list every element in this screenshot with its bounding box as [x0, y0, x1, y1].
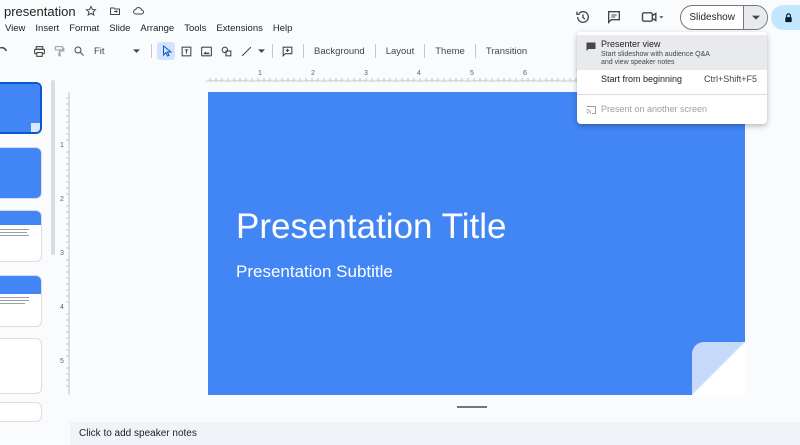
menu-item-shortcut: Ctrl+Shift+F5 — [703, 74, 757, 84]
vertical-ruler[interactable]: 1 2 3 4 5 — [58, 92, 70, 395]
thumbnail-text-line — [0, 235, 29, 236]
menu-insert[interactable]: Insert — [30, 23, 64, 34]
notes-resize-handle[interactable] — [457, 406, 487, 408]
move-folder-icon[interactable] — [106, 2, 124, 20]
slide-filmstrip — [0, 80, 48, 422]
ruler-label: 2 — [311, 70, 315, 77]
theme-button[interactable]: Theme — [430, 46, 470, 57]
title-bar: presentation — [0, 0, 148, 22]
menu-help[interactable]: Help — [268, 23, 298, 34]
redo-icon[interactable] — [0, 42, 8, 60]
ruler-label: 4 — [60, 304, 64, 311]
star-icon[interactable] — [82, 2, 100, 20]
toolbar-divider — [272, 44, 273, 58]
thumbnail-header — [0, 276, 41, 294]
print-icon[interactable] — [30, 42, 48, 60]
thumbnail-text-line — [0, 229, 29, 230]
thumbnail-header — [0, 211, 41, 225]
menu-item-description: Start slideshow with audience Q&A — [601, 51, 710, 58]
toolbar-divider — [424, 44, 426, 58]
chevron-down-icon — [751, 15, 760, 20]
comments-icon[interactable] — [603, 6, 625, 28]
ruler-label: 3 — [364, 70, 368, 77]
meet-video-icon[interactable] — [638, 6, 668, 28]
page-curl-decoration — [692, 342, 745, 395]
menu-arrange[interactable]: Arrange — [135, 23, 179, 34]
thumbnail-text-line — [0, 300, 29, 301]
menu-item-presenter-view[interactable]: Presenter view Start slideshow with audi… — [577, 35, 767, 70]
ruler-label: 1 — [60, 142, 64, 149]
select-tool-icon[interactable] — [157, 42, 175, 60]
slideshow-dropdown-menu: Presenter view Start slideshow with audi… — [577, 32, 767, 124]
ruler-label: 6 — [523, 70, 527, 77]
thumbnail-fold — [31, 123, 40, 132]
transition-button[interactable]: Transition — [481, 46, 532, 57]
menu-item-label: Start from beginning — [601, 74, 683, 84]
zoom-value: Fit — [94, 45, 105, 57]
ruler-label: 5 — [470, 70, 474, 77]
new-comment-icon[interactable] — [278, 42, 296, 60]
zoom-select[interactable]: Fit — [90, 46, 140, 57]
line-dropdown-icon[interactable] — [257, 42, 265, 60]
slideshow-dropdown-button[interactable] — [743, 6, 767, 29]
slide-thumbnail[interactable] — [0, 338, 42, 394]
thumbnail-background — [0, 148, 41, 198]
document-title[interactable]: presentation — [0, 4, 76, 19]
layout-button[interactable]: Layout — [381, 46, 420, 57]
menu-format[interactable]: Format — [64, 23, 104, 34]
ruler-label: 3 — [60, 250, 64, 257]
filmstrip-scrollbar[interactable] — [51, 80, 55, 255]
ruler-label: 2 — [60, 196, 64, 203]
menu-divider — [577, 94, 767, 95]
image-tool-icon[interactable] — [197, 42, 215, 60]
slideshow-start-button[interactable]: Slideshow — [681, 12, 743, 23]
ruler-label: 5 — [60, 358, 64, 365]
speaker-notes[interactable]: Click to add speaker notes — [70, 422, 800, 445]
ruler-label: 1 — [258, 70, 262, 77]
menu-bar: View Insert Format Slide Arrange Tools E… — [0, 20, 297, 36]
slide-thumbnail[interactable] — [0, 275, 42, 327]
menu-item-label: Present on another screen — [601, 104, 708, 114]
thumbnail-text-line — [0, 297, 29, 298]
version-history-icon[interactable] — [572, 6, 594, 28]
line-tool-icon[interactable] — [237, 42, 255, 60]
slide-title[interactable]: Presentation Title — [236, 207, 506, 247]
cast-icon — [586, 106, 596, 114]
menu-item-present-on-another-screen: Present on another screen — [577, 100, 767, 120]
speaker-notes-placeholder: Click to add speaker notes — [79, 428, 197, 439]
slideshow-button: Slideshow — [680, 5, 768, 30]
ruler-label: 4 — [417, 70, 421, 77]
paint-format-icon[interactable] — [50, 42, 68, 60]
lock-icon — [785, 12, 792, 22]
menu-item-label: Presenter view — [601, 39, 661, 49]
slide-thumbnail[interactable] — [0, 402, 42, 422]
ruler-ticks — [66, 92, 70, 395]
share-button[interactable]: S — [771, 5, 800, 30]
menu-item-description: and view speaker notes — [601, 59, 675, 66]
toolbar-divider — [303, 44, 304, 58]
slide-thumbnail[interactable] — [0, 82, 42, 134]
menu-slide[interactable]: Slide — [104, 23, 135, 34]
slide-thumbnail[interactable] — [0, 147, 42, 199]
menu-tools[interactable]: Tools — [179, 23, 211, 34]
menu-view[interactable]: View — [0, 23, 30, 34]
cloud-status-icon[interactable] — [130, 2, 148, 20]
background-button[interactable]: Background — [309, 46, 370, 57]
slide-canvas[interactable]: Presentation Title Presentation Subtitle — [208, 92, 745, 395]
thumbnail-text-line — [0, 303, 25, 304]
toolbar-divider — [474, 44, 476, 58]
zoom-icon[interactable] — [70, 42, 88, 60]
presenter-view-icon — [586, 42, 596, 51]
menu-item-start-from-beginning[interactable]: Start from beginning Ctrl+Shift+F5 — [577, 70, 767, 92]
thumbnail-text-line — [0, 232, 27, 233]
chevron-down-icon — [133, 48, 140, 53]
slide-subtitle[interactable]: Presentation Subtitle — [236, 262, 393, 282]
slide-thumbnail[interactable] — [0, 210, 42, 262]
toolbar-divider — [374, 44, 376, 58]
menu-extensions[interactable]: Extensions — [211, 23, 267, 34]
shape-tool-icon[interactable] — [217, 42, 235, 60]
toolbar-divider — [151, 44, 152, 58]
textbox-tool-icon[interactable] — [177, 42, 195, 60]
